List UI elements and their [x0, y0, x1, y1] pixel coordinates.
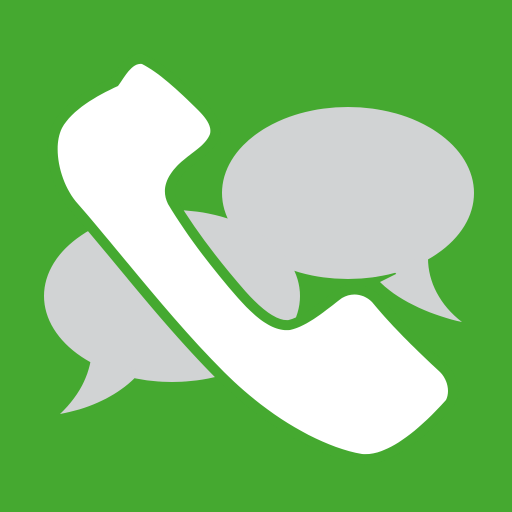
- phone-chat-icon-graphic: [0, 0, 512, 512]
- phone-chat-app-icon[interactable]: [0, 0, 512, 512]
